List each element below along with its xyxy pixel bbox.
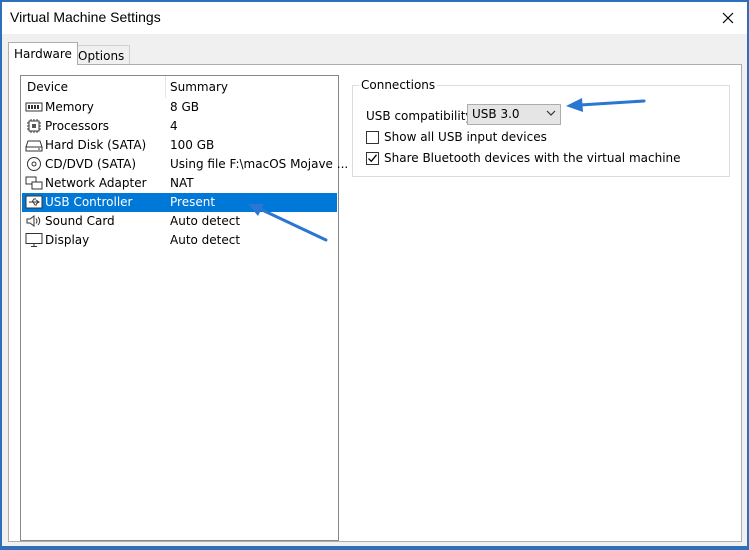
device-name: Memory — [45, 100, 94, 114]
device-name: Hard Disk (SATA) — [45, 138, 147, 152]
device-list[interactable]: Device Summary Memory 8 GB Processors 4 … — [20, 75, 348, 541]
title-bar: Virtual Machine Settings — [2, 2, 747, 34]
usb-compatibility-value: USB 3.0 — [472, 107, 520, 121]
device-row-network-adapter[interactable]: Network Adapter NAT — [22, 174, 337, 193]
device-name: USB Controller — [45, 195, 133, 209]
device-row-cd-dvd[interactable]: CD/DVD (SATA) Using file F:\macOS Mojave… — [22, 155, 348, 174]
usb-compatibility-select[interactable]: USB 3.0 — [467, 104, 561, 125]
cd-dvd-icon — [27, 157, 41, 171]
connections-group: Connections USB compatibility: USB 3.0 S… — [352, 78, 730, 177]
hard-disk-icon — [25, 140, 43, 152]
device-name: Display — [45, 233, 90, 247]
device-summary: Present — [170, 195, 216, 209]
close-button[interactable] — [717, 7, 739, 29]
usb-compatibility-label: USB compatibility: — [366, 109, 476, 123]
tab-hardware[interactable]: Hardware — [8, 42, 78, 65]
annotation-arrow-usb-controller — [248, 204, 328, 242]
close-icon — [722, 12, 734, 24]
device-summary: Auto detect — [170, 233, 241, 247]
tab-options[interactable]: Options — [72, 45, 131, 65]
device-summary: 8 GB — [170, 100, 199, 114]
memory-icon — [25, 102, 43, 112]
device-summary: NAT — [170, 176, 194, 190]
sound-icon — [26, 215, 41, 227]
device-summary: Auto detect — [170, 214, 241, 228]
usb-icon — [25, 195, 43, 209]
device-summary: Using file F:\macOS Mojave ... — [170, 157, 349, 171]
chevron-down-icon — [546, 110, 556, 116]
device-summary: 4 — [170, 119, 178, 133]
device-name: CD/DVD (SATA) — [45, 157, 137, 171]
show-all-usb-checkbox[interactable] — [366, 131, 379, 144]
column-divider[interactable] — [165, 76, 166, 98]
window-title: Virtual Machine Settings — [10, 9, 161, 25]
network-adapter-icon — [25, 176, 43, 190]
device-name: Network Adapter — [45, 176, 147, 190]
device-name: Sound Card — [45, 214, 115, 228]
column-header-summary[interactable]: Summary — [170, 76, 228, 98]
device-name: Processors — [45, 119, 110, 133]
annotation-arrow-usb-compatibility — [566, 98, 646, 112]
vm-settings-window: Virtual Machine Settings Hardware Option… — [2, 2, 747, 546]
device-row-processors[interactable]: Processors 4 — [22, 117, 337, 136]
share-bluetooth-checkbox[interactable] — [366, 152, 379, 165]
device-row-hard-disk[interactable]: Hard Disk (SATA) 100 GB — [22, 136, 337, 155]
display-icon — [25, 233, 43, 247]
hardware-tab-panel: Device Summary Memory 8 GB Processors 4 … — [8, 64, 742, 542]
share-bluetooth-label[interactable]: Share Bluetooth devices with the virtual… — [384, 151, 681, 165]
device-row-memory[interactable]: Memory 8 GB — [22, 98, 337, 117]
device-summary: 100 GB — [170, 138, 215, 152]
processor-icon — [27, 119, 41, 133]
column-header-device[interactable]: Device — [27, 76, 68, 98]
checkmark-icon — [368, 154, 378, 163]
show-all-usb-label[interactable]: Show all USB input devices — [384, 130, 547, 144]
connections-group-title: Connections — [359, 78, 438, 92]
